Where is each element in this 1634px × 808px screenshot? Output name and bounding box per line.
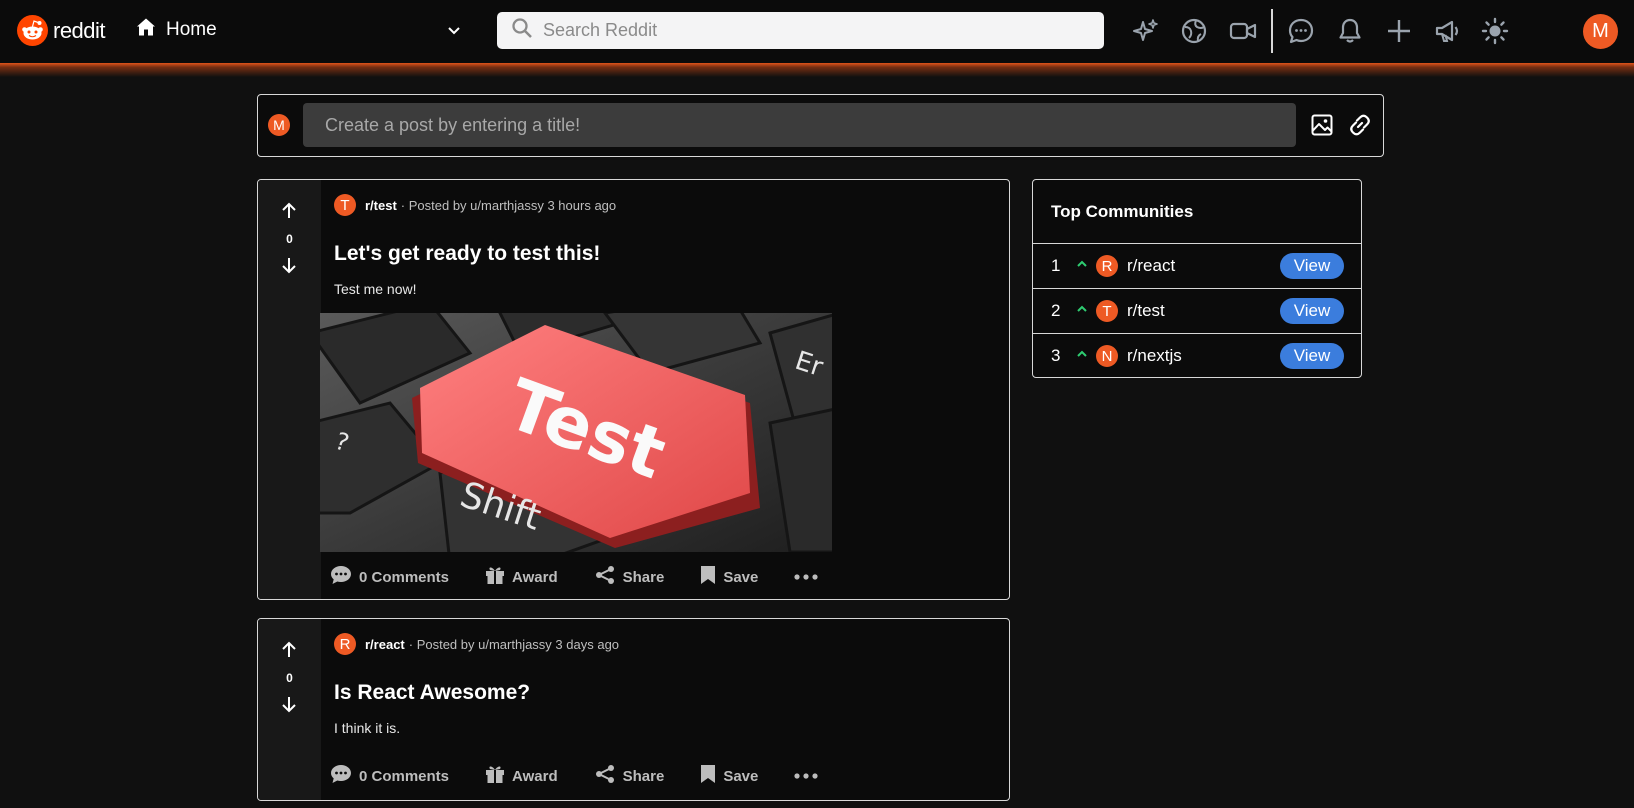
award-label: Award — [512, 767, 558, 785]
share-button[interactable]: Share — [594, 565, 665, 589]
user-avatar[interactable]: M — [1583, 14, 1618, 49]
search-bar — [497, 12, 1104, 49]
search-input[interactable] — [543, 20, 1083, 41]
bookmark-icon — [700, 565, 716, 589]
caret-up-icon — [1076, 302, 1088, 314]
chat-icon[interactable] — [1286, 16, 1316, 46]
community-avatar: T — [334, 194, 356, 216]
home-label: Home — [166, 18, 217, 40]
video-icon[interactable] — [1228, 16, 1258, 46]
post-body: I think it is. — [334, 720, 401, 736]
nav-accent-glow — [0, 63, 1634, 77]
nav-divider — [1271, 9, 1273, 53]
create-post-bar: M — [257, 94, 1384, 157]
upvote-arrow-icon[interactable] — [279, 640, 299, 660]
more-options-icon[interactable] — [794, 573, 818, 581]
save-button[interactable]: Save — [700, 764, 758, 788]
comments-button[interactable]: 0 Comments — [330, 565, 449, 589]
vote-column: 0 — [258, 619, 321, 800]
community-avatar: N — [1096, 345, 1118, 367]
gift-icon — [485, 764, 505, 788]
vote-column: 0 — [258, 180, 321, 599]
community-link[interactable]: r/react — [1127, 256, 1175, 276]
comment-icon — [330, 565, 352, 589]
post-title[interactable]: Is React Awesome? — [334, 681, 530, 705]
community-avatar: R — [1096, 255, 1118, 277]
share-icon — [594, 764, 616, 788]
post-meta: R r/react · Posted by u/marthjassy 3 day… — [334, 633, 619, 655]
post-title[interactable]: Let's get ready to test this! — [334, 242, 600, 266]
top-navbar: reddit Home M — [0, 0, 1634, 63]
share-label: Share — [622, 767, 665, 785]
more-options-icon[interactable] — [794, 772, 818, 780]
link-icon[interactable] — [1347, 112, 1373, 138]
caret-up-icon — [1076, 257, 1088, 269]
community-rank: 3 — [1051, 346, 1061, 365]
post-card: 0 R r/react · Posted by u/marthjassy 3 d… — [257, 618, 1010, 801]
community-row: 3 N r/nextjs View — [1033, 333, 1361, 378]
post-image[interactable]: Test Shift Er ? — [320, 313, 832, 552]
create-post-input[interactable] — [303, 103, 1296, 147]
globe-icon[interactable] — [1179, 16, 1209, 46]
vote-count: 0 — [286, 232, 293, 246]
community-link[interactable]: r/test — [365, 198, 397, 213]
chevron-down-icon[interactable] — [446, 20, 462, 42]
share-button[interactable]: Share — [594, 764, 665, 788]
post-body: Test me now! — [334, 281, 417, 297]
bell-icon[interactable] — [1335, 16, 1365, 46]
reddit-logo[interactable]: reddit — [17, 15, 106, 46]
view-community-button[interactable]: View — [1280, 343, 1344, 369]
community-link[interactable]: r/test — [1127, 301, 1165, 321]
community-rank: 2 — [1051, 301, 1061, 320]
comment-icon — [330, 764, 352, 788]
award-button[interactable]: Award — [485, 764, 558, 788]
award-label: Award — [512, 568, 558, 586]
post-actions: 0 Comments Award Share Save — [330, 764, 818, 788]
community-row: 1 R r/react View — [1033, 243, 1361, 288]
community-link[interactable]: r/nextjs — [1127, 346, 1182, 366]
post-meta: T r/test · Posted by u/marthjassy 3 hour… — [334, 194, 616, 216]
upvote-arrow-icon[interactable] — [279, 201, 299, 221]
award-button[interactable]: Award — [485, 565, 558, 589]
sun-icon[interactable] — [1480, 16, 1510, 46]
view-community-button[interactable]: View — [1280, 253, 1344, 279]
save-label: Save — [723, 568, 759, 586]
brand-name: reddit — [53, 17, 106, 43]
search-icon — [511, 17, 533, 44]
comments-button[interactable]: 0 Comments — [330, 764, 449, 788]
post-author-time: · Posted by u/marthjassy 3 days ago — [408, 636, 620, 652]
share-icon — [594, 565, 616, 589]
vote-count: 0 — [286, 671, 293, 685]
community-avatar: T — [1096, 300, 1118, 322]
megaphone-icon[interactable] — [1432, 16, 1462, 46]
home-icon — [136, 17, 156, 42]
share-label: Share — [622, 568, 665, 586]
save-label: Save — [723, 767, 759, 785]
downvote-arrow-icon[interactable] — [279, 255, 299, 275]
comments-label: 0 Comments — [359, 568, 450, 586]
sidebar-title: Top Communities — [1051, 202, 1194, 221]
post-author-time: · Posted by u/marthjassy 3 hours ago — [400, 197, 617, 213]
post-card: 0 T r/test · Posted by u/marthjassy 3 ho… — [257, 179, 1010, 600]
downvote-arrow-icon[interactable] — [279, 694, 299, 714]
view-community-button[interactable]: View — [1280, 298, 1344, 324]
user-avatar: M — [268, 114, 290, 136]
sparkles-icon[interactable] — [1131, 16, 1161, 46]
top-communities-card: Top Communities 1 R r/react View 2 T r/t… — [1032, 179, 1362, 378]
home-dropdown[interactable]: Home — [136, 17, 217, 42]
reddit-alien-icon — [17, 15, 48, 46]
plus-icon[interactable] — [1384, 16, 1414, 46]
bookmark-icon — [700, 764, 716, 788]
community-row: 2 T r/test View — [1033, 288, 1361, 333]
caret-up-icon — [1076, 347, 1088, 359]
image-icon[interactable] — [1309, 112, 1335, 138]
community-link[interactable]: r/react — [365, 637, 405, 652]
post-actions: 0 Comments Award Share Save — [330, 565, 818, 589]
save-button[interactable]: Save — [700, 565, 758, 589]
gift-icon — [485, 565, 505, 589]
comments-label: 0 Comments — [359, 767, 450, 785]
community-avatar: R — [334, 633, 356, 655]
community-rank: 1 — [1051, 256, 1061, 275]
